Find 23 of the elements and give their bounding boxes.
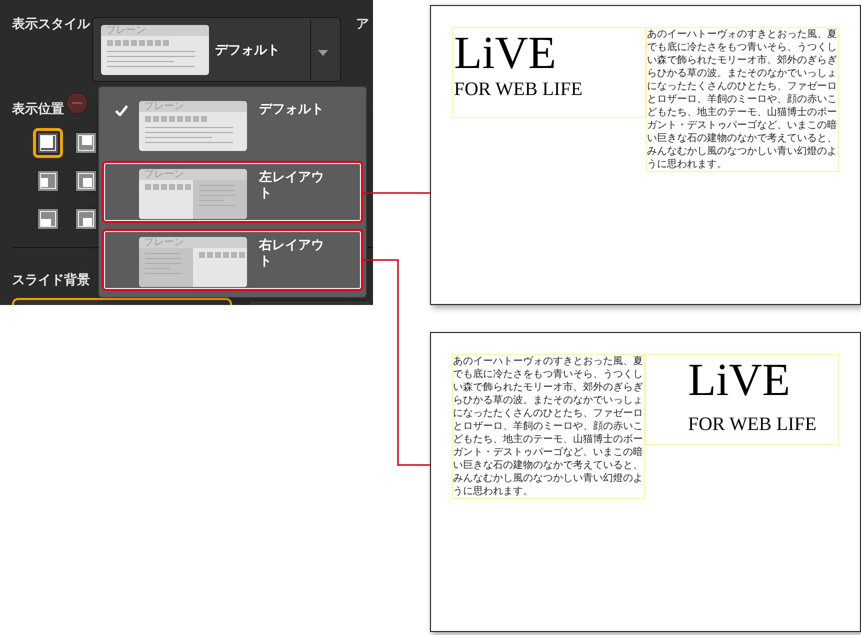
caret-icon xyxy=(318,50,328,56)
section-label: スライド背景 xyxy=(12,271,90,289)
section-label: 表示位置 xyxy=(12,100,64,118)
checkmark-icon xyxy=(115,105,128,116)
slide-subtitle: FOR WEB LIFE xyxy=(454,78,584,102)
position-button[interactable] xyxy=(33,128,63,158)
minus-icon xyxy=(66,92,88,114)
menu-item-label: 右レイアウト xyxy=(259,237,325,269)
slide-body-text: あのイーハトーヴォのすきとおった風、夏でも底に冷たさをもつ青いそら、うつくしい森で飾られたモリーオ市、郊外のぎらぎらひかる草の波。またそのなかでいっしょになったたくさんのひとたち、ファゼーロとロザーロ、羊飼のミーロや、顔の赤いこどもたち、地主のテーモ、山猫博士のボーガント・デストゥパーゴなど、いまこの暗い巨きな石の建物のなかで考えていると、みんなむかし風のなつかしい青い幻燈のように思われます。 xyxy=(452,354,645,499)
image-blocks xyxy=(199,252,245,258)
section-label: 表示スタイル xyxy=(12,15,90,33)
menu-item-label: デフォルト xyxy=(259,101,325,117)
image-blocks xyxy=(145,116,207,122)
image-blocks xyxy=(107,40,169,46)
slide-title: LiVE xyxy=(688,355,792,405)
section-label: ア xyxy=(356,15,369,33)
slide-subtitle: FOR WEB LIFE xyxy=(688,413,818,437)
slide-title: LiVE xyxy=(454,28,558,78)
connector-line xyxy=(363,192,430,194)
select-value: デフォルト xyxy=(215,40,280,59)
image-blocks xyxy=(145,184,191,190)
slide-body-text: あのイーハトーヴォのすきとおった風、夏でも底に冷たさをもつ青いそら、うつくしい森で飾られたモリーオ市、郊外のぎらぎらひかる草の波。またそのなかでいっしょになったたくさんのひとたち、ファゼーロとロザーロ、羊飼のミーロや、顔の赤いこどもたち、地主のテーモ、山猫博士のボーガント・デストゥパーゴなど、いまこの暗い巨きな石の建物のなかで考えていると、みんなむかし風のなつかしい青い幻燈のように思われます。 xyxy=(646,27,839,172)
menu-item-label: 左レイアウト xyxy=(259,169,325,201)
